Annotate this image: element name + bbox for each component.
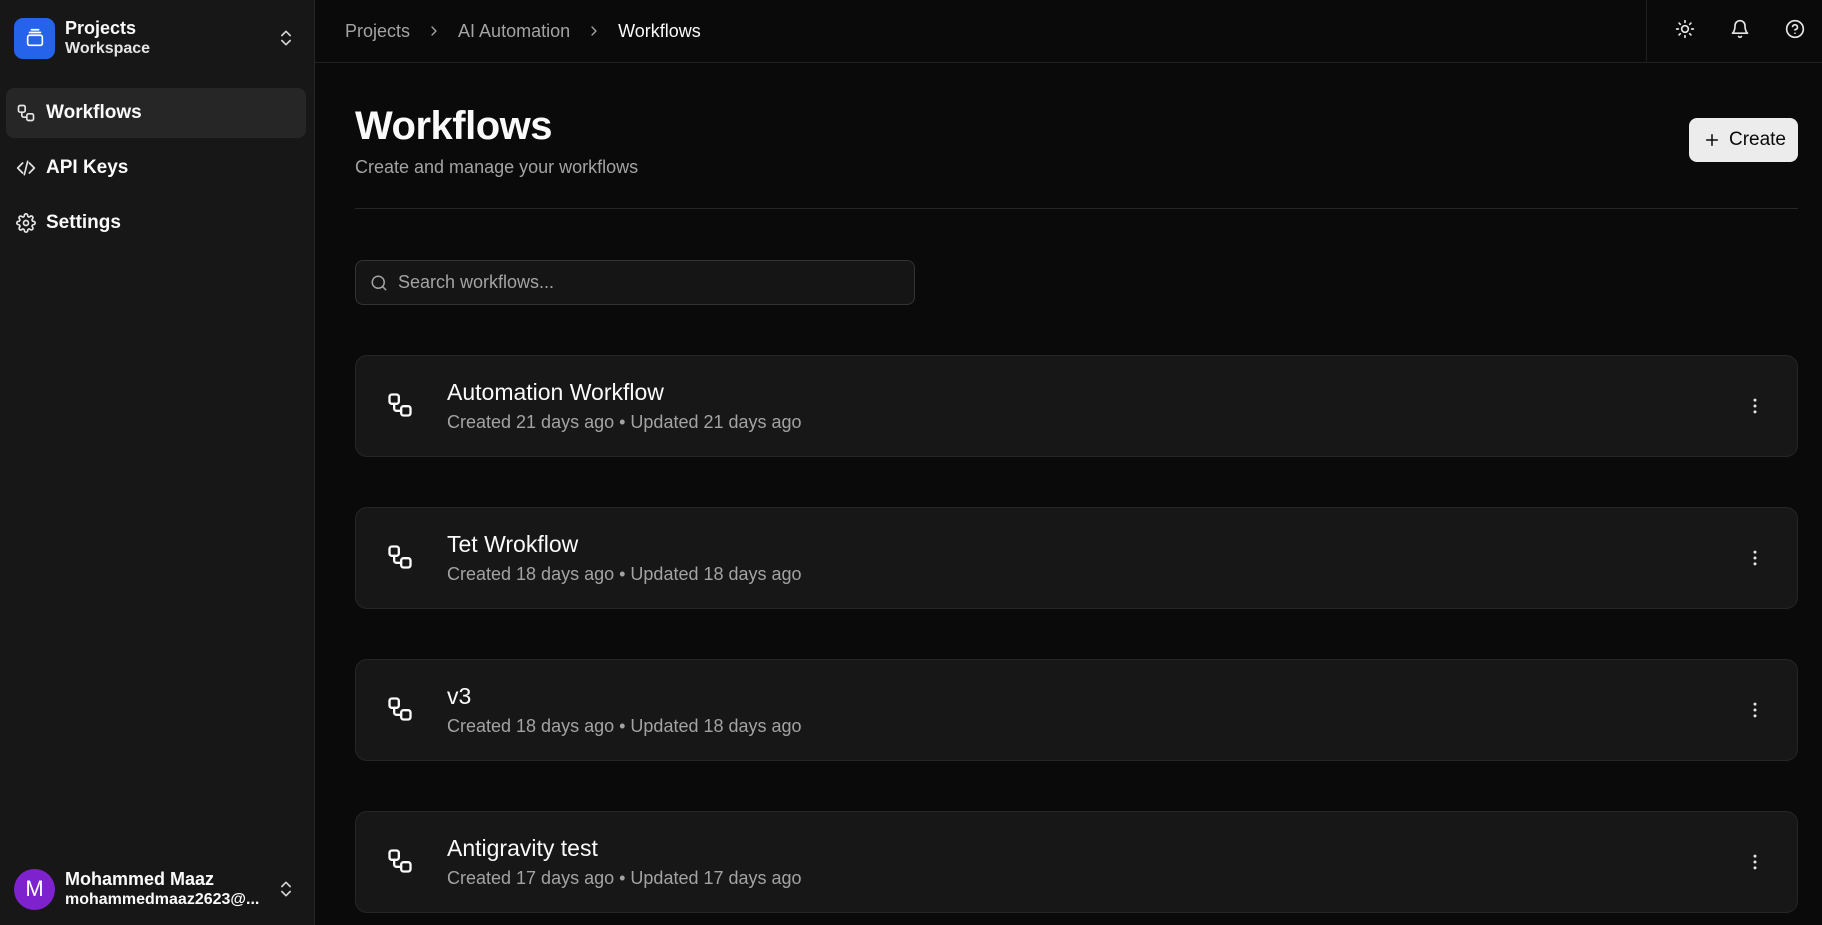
chevrons-up-down-icon: [276, 28, 296, 48]
search-input[interactable]: [398, 272, 900, 293]
sidebar-item-workflows[interactable]: Workflows: [6, 88, 306, 138]
workflow-icon: [386, 847, 416, 877]
topbar-actions: [1646, 0, 1822, 63]
bell-icon: [1730, 19, 1750, 44]
sidebar: Projects Workspace Workflows API Keys Se…: [0, 0, 315, 925]
breadcrumb-item-projects[interactable]: Projects: [345, 21, 410, 42]
workspace-title: Projects: [65, 17, 137, 38]
workflow-text: Antigravity test Created 17 days ago • U…: [447, 835, 1743, 889]
breadcrumb: Projects AI Automation Workflows: [345, 21, 701, 42]
workflow-text: Tet Wrokflow Created 18 days ago • Updat…: [447, 531, 1743, 585]
create-button-label: Create: [1728, 129, 1786, 150]
user-menu[interactable]: M Mohammed Maaz mohammedmaaz2623@...: [0, 853, 314, 925]
workflow-icon: [386, 543, 416, 573]
workspace-subtitle: Workspace: [65, 40, 151, 58]
page-heading: Workflows Create and manage your workflo…: [355, 103, 638, 178]
main-content: Projects AI Automation Workflows Workflo…: [315, 0, 1822, 925]
code-icon: [16, 158, 36, 178]
workflow-icon: [386, 391, 416, 421]
page-title: Workflows: [355, 104, 553, 148]
more-vertical-icon[interactable]: [1743, 698, 1767, 722]
workflow-meta: Created 17 days ago • Updated 17 days ag…: [447, 868, 802, 888]
sidebar-item-settings[interactable]: Settings: [6, 198, 306, 248]
sidebar-item-label: Workflows: [46, 102, 142, 123]
workflow-meta: Created 18 days ago • Updated 18 days ag…: [447, 716, 802, 736]
sidebar-item-label: API Keys: [46, 157, 129, 178]
workspace-switcher[interactable]: Projects Workspace: [0, 0, 314, 76]
workflow-icon: [386, 695, 416, 725]
workflow-list: Automation Workflow Created 21 days ago …: [355, 355, 1798, 913]
topbar: Projects AI Automation Workflows: [315, 0, 1822, 63]
workflow-meta: Created 18 days ago • Updated 18 days ag…: [447, 564, 802, 584]
chevron-right-icon: [426, 23, 442, 39]
workflow-name: Automation Workflow: [447, 379, 664, 405]
more-vertical-icon[interactable]: [1743, 394, 1767, 418]
plus-icon: [1703, 131, 1721, 149]
user-name: Mohammed Maaz: [65, 868, 215, 889]
help-circle-icon: [1785, 19, 1805, 44]
more-vertical-icon[interactable]: [1743, 850, 1767, 874]
workflow-name: Antigravity test: [447, 835, 598, 861]
more-vertical-icon[interactable]: [1743, 546, 1767, 570]
chevrons-up-down-icon: [276, 879, 296, 899]
sidebar-nav: Workflows API Keys Settings: [0, 76, 314, 253]
notifications-button[interactable]: [1712, 4, 1767, 59]
workflow-meta: Created 21 days ago • Updated 21 days ag…: [447, 412, 802, 432]
theme-toggle-button[interactable]: [1657, 4, 1712, 59]
workflow-card[interactable]: Tet Wrokflow Created 18 days ago • Updat…: [355, 507, 1798, 609]
workspace-text: Projects Workspace: [65, 17, 276, 60]
user-text: Mohammed Maaz mohammedmaaz2623@...: [65, 868, 276, 911]
workflow-card[interactable]: Automation Workflow Created 21 days ago …: [355, 355, 1798, 457]
create-button[interactable]: Create: [1688, 118, 1798, 162]
workflow-icon: [16, 103, 36, 123]
workflow-card[interactable]: Antigravity test Created 17 days ago • U…: [355, 811, 1798, 913]
search-icon: [370, 274, 388, 292]
workflow-name: v3: [447, 683, 472, 709]
help-button[interactable]: [1767, 4, 1822, 59]
app-root: Projects Workspace Workflows API Keys Se…: [0, 0, 1822, 925]
workspace-logo-icon: [14, 17, 55, 59]
workflow-card[interactable]: v3 Created 18 days ago • Updated 18 days…: [355, 659, 1798, 761]
sidebar-item-label: Settings: [46, 212, 121, 233]
workflows-section: Workflows Create and manage your workflo…: [315, 63, 1822, 913]
workflow-name: Tet Wrokflow: [447, 531, 579, 557]
breadcrumb-item-ai-automation[interactable]: AI Automation: [458, 21, 570, 42]
sun-icon: [1675, 19, 1695, 44]
sidebar-item-api-keys[interactable]: API Keys: [6, 143, 306, 193]
page-subtitle: Create and manage your workflows: [355, 157, 639, 177]
workflow-text: Automation Workflow Created 21 days ago …: [447, 379, 1743, 433]
user-email: mohammedmaaz2623@...: [65, 891, 260, 909]
avatar: M: [14, 868, 55, 910]
gear-icon: [16, 213, 36, 233]
workflow-text: v3 Created 18 days ago • Updated 18 days…: [447, 683, 1743, 737]
chevron-right-icon: [586, 23, 602, 39]
search-box[interactable]: [355, 260, 915, 305]
breadcrumb-item-workflows: Workflows: [618, 20, 701, 41]
divider: [355, 208, 1798, 209]
page-header: Workflows Create and manage your workflo…: [355, 103, 1798, 178]
